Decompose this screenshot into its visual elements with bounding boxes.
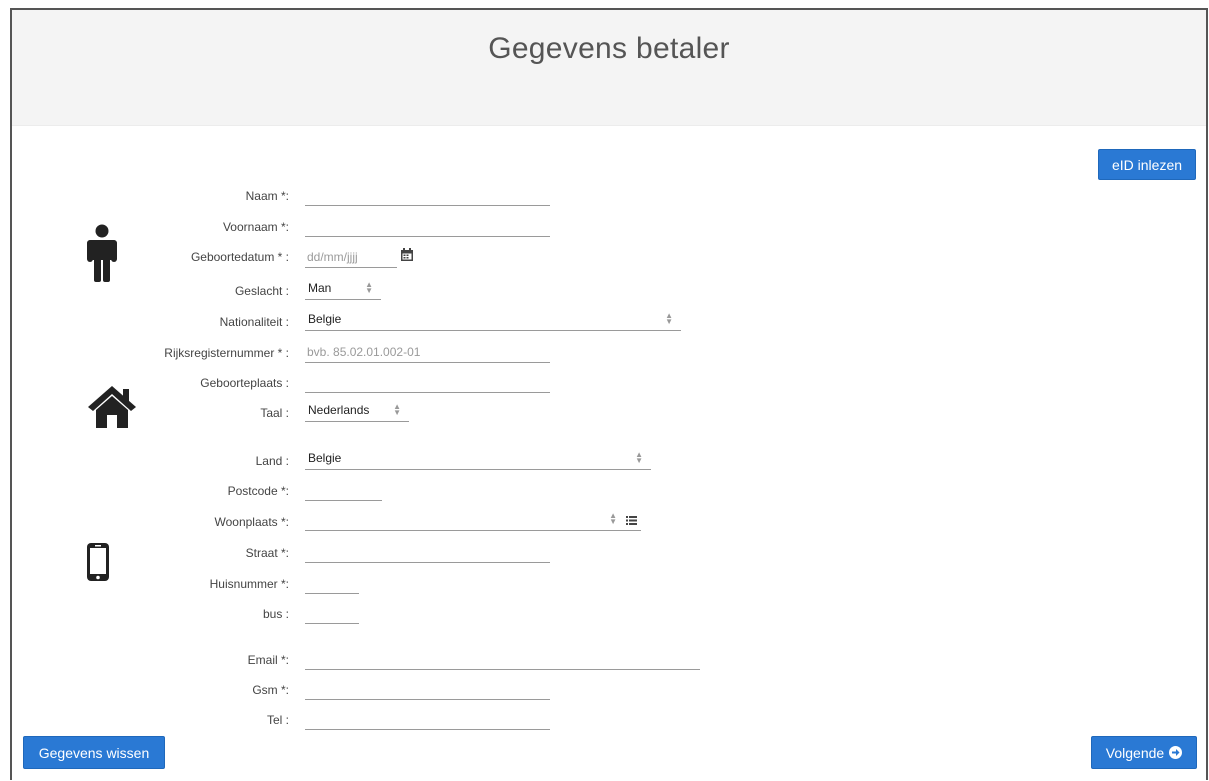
straat-label: Straat *: [245,546,289,560]
tel-input[interactable] [305,708,550,730]
select-caret-icon: ▲ ▼ [635,450,643,465]
nationaliteit-select[interactable]: Belgie ▲ ▼ [305,307,681,331]
huisnummer-input-field[interactable] [307,575,359,590]
naam-input-field[interactable] [307,187,550,202]
voornaam-label: Voornaam *: [222,220,289,234]
page-title: Gegevens betaler [488,32,730,65]
land-select[interactable]: Belgie ▲ ▼ [305,446,651,470]
next-button-label: Volgende [1105,744,1165,761]
rijksregisternummer-label: Rijksregisternummer * : [164,346,289,360]
eid-read-button[interactable]: eID inlezen [1098,149,1196,180]
nationaliteit-label: Nationaliteit : [219,315,289,329]
clear-data-button[interactable]: Gegevens wissen [23,736,165,769]
land-value: Belgie [308,450,342,465]
taal-label: Taal : [260,406,289,420]
voornaam-input[interactable] [305,215,550,237]
woonplaats-select[interactable]: ▲ ▼ [305,507,641,531]
geboortedatum-label: Geboortedatum * : [190,250,289,264]
email-label: Email *: [247,653,289,667]
bus-input-field[interactable] [307,605,359,620]
geboortedatum-input-field[interactable] [307,249,397,264]
list-icon[interactable] [626,514,637,528]
calendar-icon[interactable] [400,248,414,267]
rijksregisternummer-input-field[interactable] [307,344,550,359]
bus-label: bus : [262,607,289,621]
postcode-input-field[interactable] [307,482,382,497]
tel-label: Tel : [266,713,289,727]
taal-value: Nederlands [308,402,370,417]
straat-input-field[interactable] [307,544,550,559]
gsm-label: Gsm *: [252,683,289,697]
next-button[interactable]: Volgende [1091,736,1197,769]
geboortedatum-input[interactable] [305,246,397,268]
panel-header: Gegevens betaler [12,10,1206,126]
rijksregisternummer-input[interactable] [305,341,550,363]
naam-label: Naam *: [245,189,289,203]
huisnummer-input[interactable] [305,572,359,594]
select-caret-icon: ▲ ▼ [365,280,373,295]
gsm-input[interactable] [305,678,550,700]
taal-select[interactable]: Nederlands ▲ ▼ [305,398,409,422]
mobile-phone-icon [86,542,110,587]
bus-input[interactable] [305,602,359,624]
geboorteplaats-label: Geboorteplaats : [200,376,289,390]
naam-input[interactable] [305,184,550,206]
postcode-input[interactable] [305,479,382,501]
nationaliteit-value: Belgie [308,311,342,326]
gsm-input-field[interactable] [307,681,550,696]
select-caret-icon: ▲ ▼ [609,511,617,526]
email-input[interactable] [305,648,700,670]
person-icon [85,224,119,287]
huisnummer-label: Huisnummer *: [209,577,289,591]
woonplaats-label: Woonplaats *: [214,515,290,529]
form-panel: Gegevens betaler eID inlezen Naam *: Voo… [10,8,1208,780]
arrow-circle-right-icon [1169,746,1183,759]
postcode-label: Postcode *: [227,484,289,498]
geboorteplaats-input[interactable] [305,371,550,393]
land-label: Land : [255,454,289,468]
geslacht-value: Man [308,280,332,295]
geslacht-label: Geslacht : [234,284,289,298]
tel-input-field[interactable] [307,711,550,726]
select-caret-icon: ▲ ▼ [393,402,401,417]
geboorteplaats-input-field[interactable] [307,374,550,389]
straat-input[interactable] [305,541,550,563]
home-icon [86,384,138,435]
voornaam-input-field[interactable] [307,218,550,233]
select-caret-icon: ▲ ▼ [665,311,673,326]
email-input-field[interactable] [307,651,700,666]
geslacht-select[interactable]: Man ▲ ▼ [305,276,381,300]
